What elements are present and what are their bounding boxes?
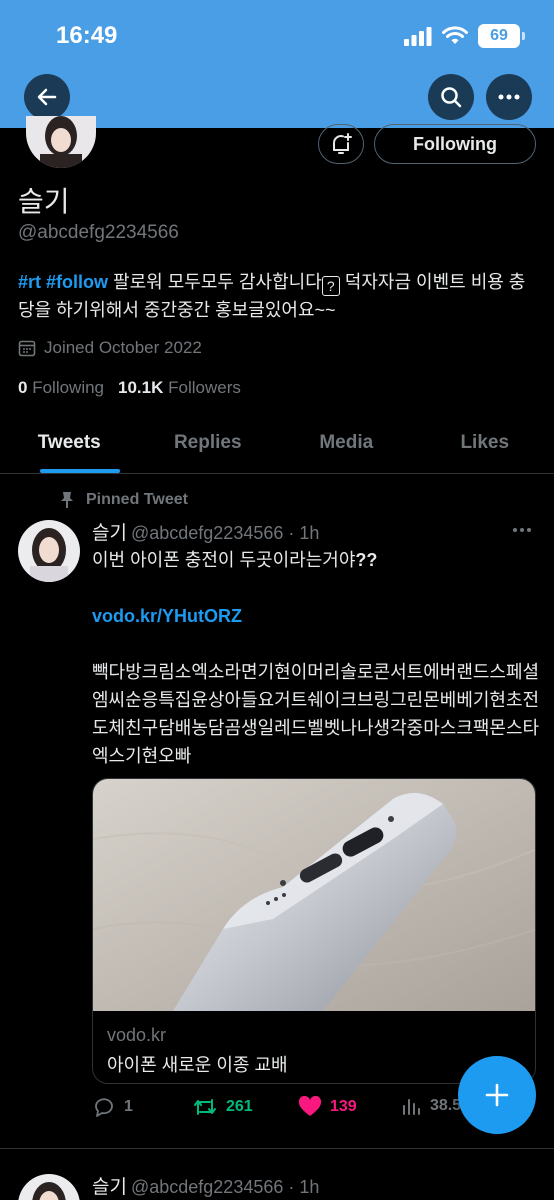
like-count: 139 [330, 1098, 357, 1115]
back-button[interactable] [24, 74, 70, 120]
cellular-signal-icon [404, 27, 432, 46]
tweet-avatar[interactable] [18, 520, 80, 582]
notifications-bell-button[interactable] [318, 124, 364, 164]
tweet-time: · 1h [288, 1177, 320, 1197]
profile-handle: @abcdefg2234566 [18, 222, 179, 243]
tweet-line-1-text: 이번 아이폰 충전이 두곳이라는거야 [92, 550, 356, 570]
heart-filled-icon [298, 1096, 322, 1116]
following-button[interactable]: Following [374, 124, 536, 164]
retweet-button[interactable]: 261 [192, 1096, 253, 1118]
pinned-tweet-label: Pinned Tweet [60, 491, 188, 509]
reply-icon [95, 1098, 113, 1117]
tweet-divider [0, 1148, 554, 1149]
joined-date: Joined October 2022 [18, 338, 202, 358]
card-domain: vodo.kr [107, 1025, 167, 1045]
battery-indicator: 69 [478, 24, 525, 48]
like-button[interactable]: 139 [298, 1096, 357, 1118]
tweet-more-button[interactable] [512, 520, 532, 538]
pinned-text: Pinned Tweet [86, 491, 188, 508]
tweet-text: 이번 아이폰 충전이 두곳이라는거야?? vodo.kr/YHutORZ 빽다방… [92, 546, 544, 770]
search-icon [441, 87, 462, 108]
bell-plus-icon [333, 133, 352, 154]
tweet-author-handle[interactable]: @abcdefg2234566 [131, 1177, 283, 1197]
followers-count: 10.1K [118, 378, 164, 397]
search-button[interactable] [428, 74, 474, 120]
bio-text-1: 팔로워 모두모두 감사합니다 [108, 272, 322, 292]
avatar-image [26, 116, 96, 168]
views-button[interactable]: 38.5 [402, 1096, 461, 1116]
avatar-image [18, 1174, 80, 1200]
more-options-button[interactable] [486, 74, 532, 120]
tweet-time: · 1h [288, 523, 320, 543]
more-horizontal-icon [498, 94, 520, 100]
link-preview-card[interactable]: vodo.kr 아이폰 새로운 이종 교배 [92, 778, 536, 1084]
tab-replies[interactable]: Replies [139, 412, 278, 473]
retweet-icon [194, 1099, 216, 1115]
compose-tweet-button[interactable] [458, 1056, 536, 1134]
wifi-icon [442, 26, 468, 44]
tweet-line-1: 이번 아이폰 충전이 두곳이라는거야?? [92, 546, 544, 574]
tab-tweets-label: Tweets [37, 431, 101, 453]
tweet-body: 빽다방크림소엑소라면기현이머리솔로콘서트에버랜드스페셜엠씨순응특집윤상아들요거트… [92, 662, 540, 766]
reply-count: 1 [124, 1098, 133, 1115]
status-time: 16:49 [56, 22, 118, 49]
tweet-avatar[interactable] [18, 1174, 80, 1200]
retweet-count: 261 [226, 1098, 253, 1115]
tweet-link[interactable]: vodo.kr/YHutORZ [92, 602, 544, 630]
active-tab-indicator [40, 469, 120, 473]
card-title: 아이폰 새로운 이종 교배 [107, 1055, 288, 1075]
following-label: Following [32, 378, 105, 397]
more-horizontal-icon [513, 528, 531, 532]
followers-count-link[interactable]: 10.1K Followers [118, 378, 241, 398]
followers-label: Followers [168, 378, 241, 397]
hashtag-follow[interactable]: #follow [46, 272, 108, 292]
tweet-header: 슬기 @abcdefg2234566 · 1h [92, 518, 319, 545]
tab-replies-label: Replies [173, 431, 242, 453]
view-count: 38.5 [430, 1097, 462, 1114]
pin-icon [61, 492, 73, 508]
following-count: 0 [18, 378, 28, 397]
analytics-icon [403, 1099, 420, 1115]
following-count-link[interactable]: 0 Following [18, 378, 104, 398]
bio-box-glyph: ? [321, 276, 340, 296]
card-image [93, 779, 535, 1011]
profile-bio: #rt #follow 팔로워 모두모두 감사합니다? 덕자자금 이벤트 비용 … [18, 268, 538, 324]
calendar-icon [18, 340, 36, 357]
profile-avatar[interactable] [26, 116, 96, 168]
profile-display-name: 슬기 [18, 186, 70, 217]
tweet-author-name[interactable]: 슬기 [92, 523, 127, 544]
status-bar: 16:49 69 [0, 0, 554, 70]
tweet-line-1-suffix: ?? [355, 550, 378, 570]
tweet-header: 슬기 @abcdefg2234566 · 1h [92, 1172, 319, 1199]
tweet-author-name[interactable]: 슬기 [92, 1177, 127, 1198]
arrow-left-icon [37, 88, 57, 106]
hashtag-rt[interactable]: #rt [18, 272, 41, 292]
tab-likes[interactable]: Likes [416, 412, 554, 473]
tab-media[interactable]: Media [277, 412, 416, 473]
status-icons: 69 [404, 24, 525, 48]
plus-icon [485, 1083, 509, 1107]
tab-media-label: Media [319, 431, 374, 453]
joined-text: Joined October 2022 [44, 338, 202, 357]
tweet-author-handle[interactable]: @abcdefg2234566 [131, 523, 283, 543]
tab-tweets[interactable]: Tweets [0, 412, 139, 473]
profile-tabs: Tweets Replies Media Likes [0, 412, 554, 474]
avatar-image [18, 520, 80, 582]
reply-button[interactable]: 1 [92, 1096, 133, 1118]
tab-likes-label: Likes [460, 431, 510, 453]
follow-counts: 0 Following 10.1K Followers [18, 378, 241, 398]
